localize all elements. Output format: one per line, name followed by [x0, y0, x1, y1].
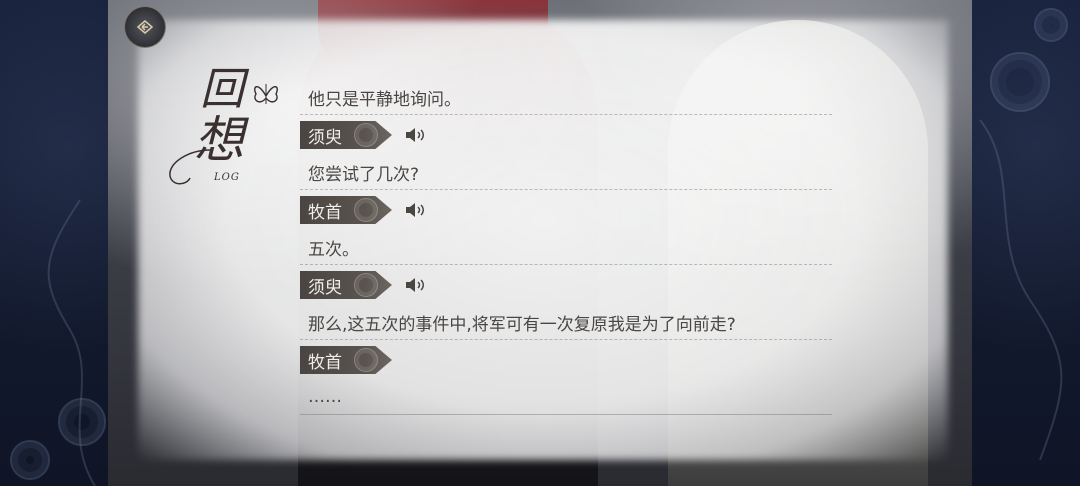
log-line-text: 您尝试了几次? — [308, 164, 420, 185]
voice-replay-button[interactable] — [404, 274, 426, 296]
swirl-ornament — [169, 149, 211, 185]
log-speaker-row: 须臾 — [300, 265, 832, 305]
voice-replay-button[interactable] — [404, 199, 426, 221]
back-button[interactable] — [124, 6, 166, 48]
log-speaker-row: 牧首 — [300, 340, 832, 380]
rose-icon — [354, 348, 378, 372]
speaker-name-tag: 须臾 — [300, 271, 392, 299]
vine-ornament — [47, 199, 96, 486]
log-line-text: 五次。 — [308, 239, 359, 260]
speaker-volume-icon — [406, 203, 424, 217]
speaker-volume-icon — [406, 278, 424, 292]
log-title-kanji-1: 回 — [200, 64, 244, 115]
back-arrow-icon — [136, 20, 154, 34]
voice-replay-button[interactable] — [404, 124, 426, 146]
rose-icon — [354, 123, 378, 147]
rose-icon — [354, 198, 378, 222]
right-decor-panel — [970, 0, 1080, 486]
left-decor-panel — [0, 0, 110, 486]
speaker-name: 牧首 — [308, 202, 342, 223]
speaker-name: 须臾 — [308, 127, 342, 148]
butterfly-icon — [254, 84, 278, 104]
log-speaker-row: 牧首 — [300, 190, 832, 230]
speaker-name: 牧首 — [308, 352, 342, 373]
log-speaker-row: 须臾 — [300, 115, 832, 155]
rose-icon — [354, 273, 378, 297]
speaker-volume-icon — [406, 128, 424, 142]
log-title: 回 想 LOG — [160, 68, 280, 188]
log-line: …… — [300, 380, 832, 415]
speaker-name: 须臾 — [308, 277, 342, 298]
speaker-name-tag: 牧首 — [300, 346, 392, 374]
log-line-text: 他只是平静地询问。 — [308, 89, 461, 110]
log-line: 五次。 — [300, 230, 832, 265]
log-line-text: …… — [308, 387, 342, 407]
log-list[interactable]: 他只是平静地询问。 须臾 您尝试了几次? 牧首 五次。 须臾 那么,这五次的事件… — [300, 80, 832, 415]
speaker-name-tag: 须臾 — [300, 121, 392, 149]
log-line-text: 那么,这五次的事件中,将军可有一次复原我是为了向前走? — [308, 314, 736, 335]
vine-ornament — [979, 119, 1063, 461]
log-line: 他只是平静地询问。 — [300, 80, 832, 115]
log-line: 您尝试了几次? — [300, 155, 832, 190]
speaker-name-tag: 牧首 — [300, 196, 392, 224]
log-line: 那么,这五次的事件中,将军可有一次复原我是为了向前走? — [300, 305, 832, 340]
